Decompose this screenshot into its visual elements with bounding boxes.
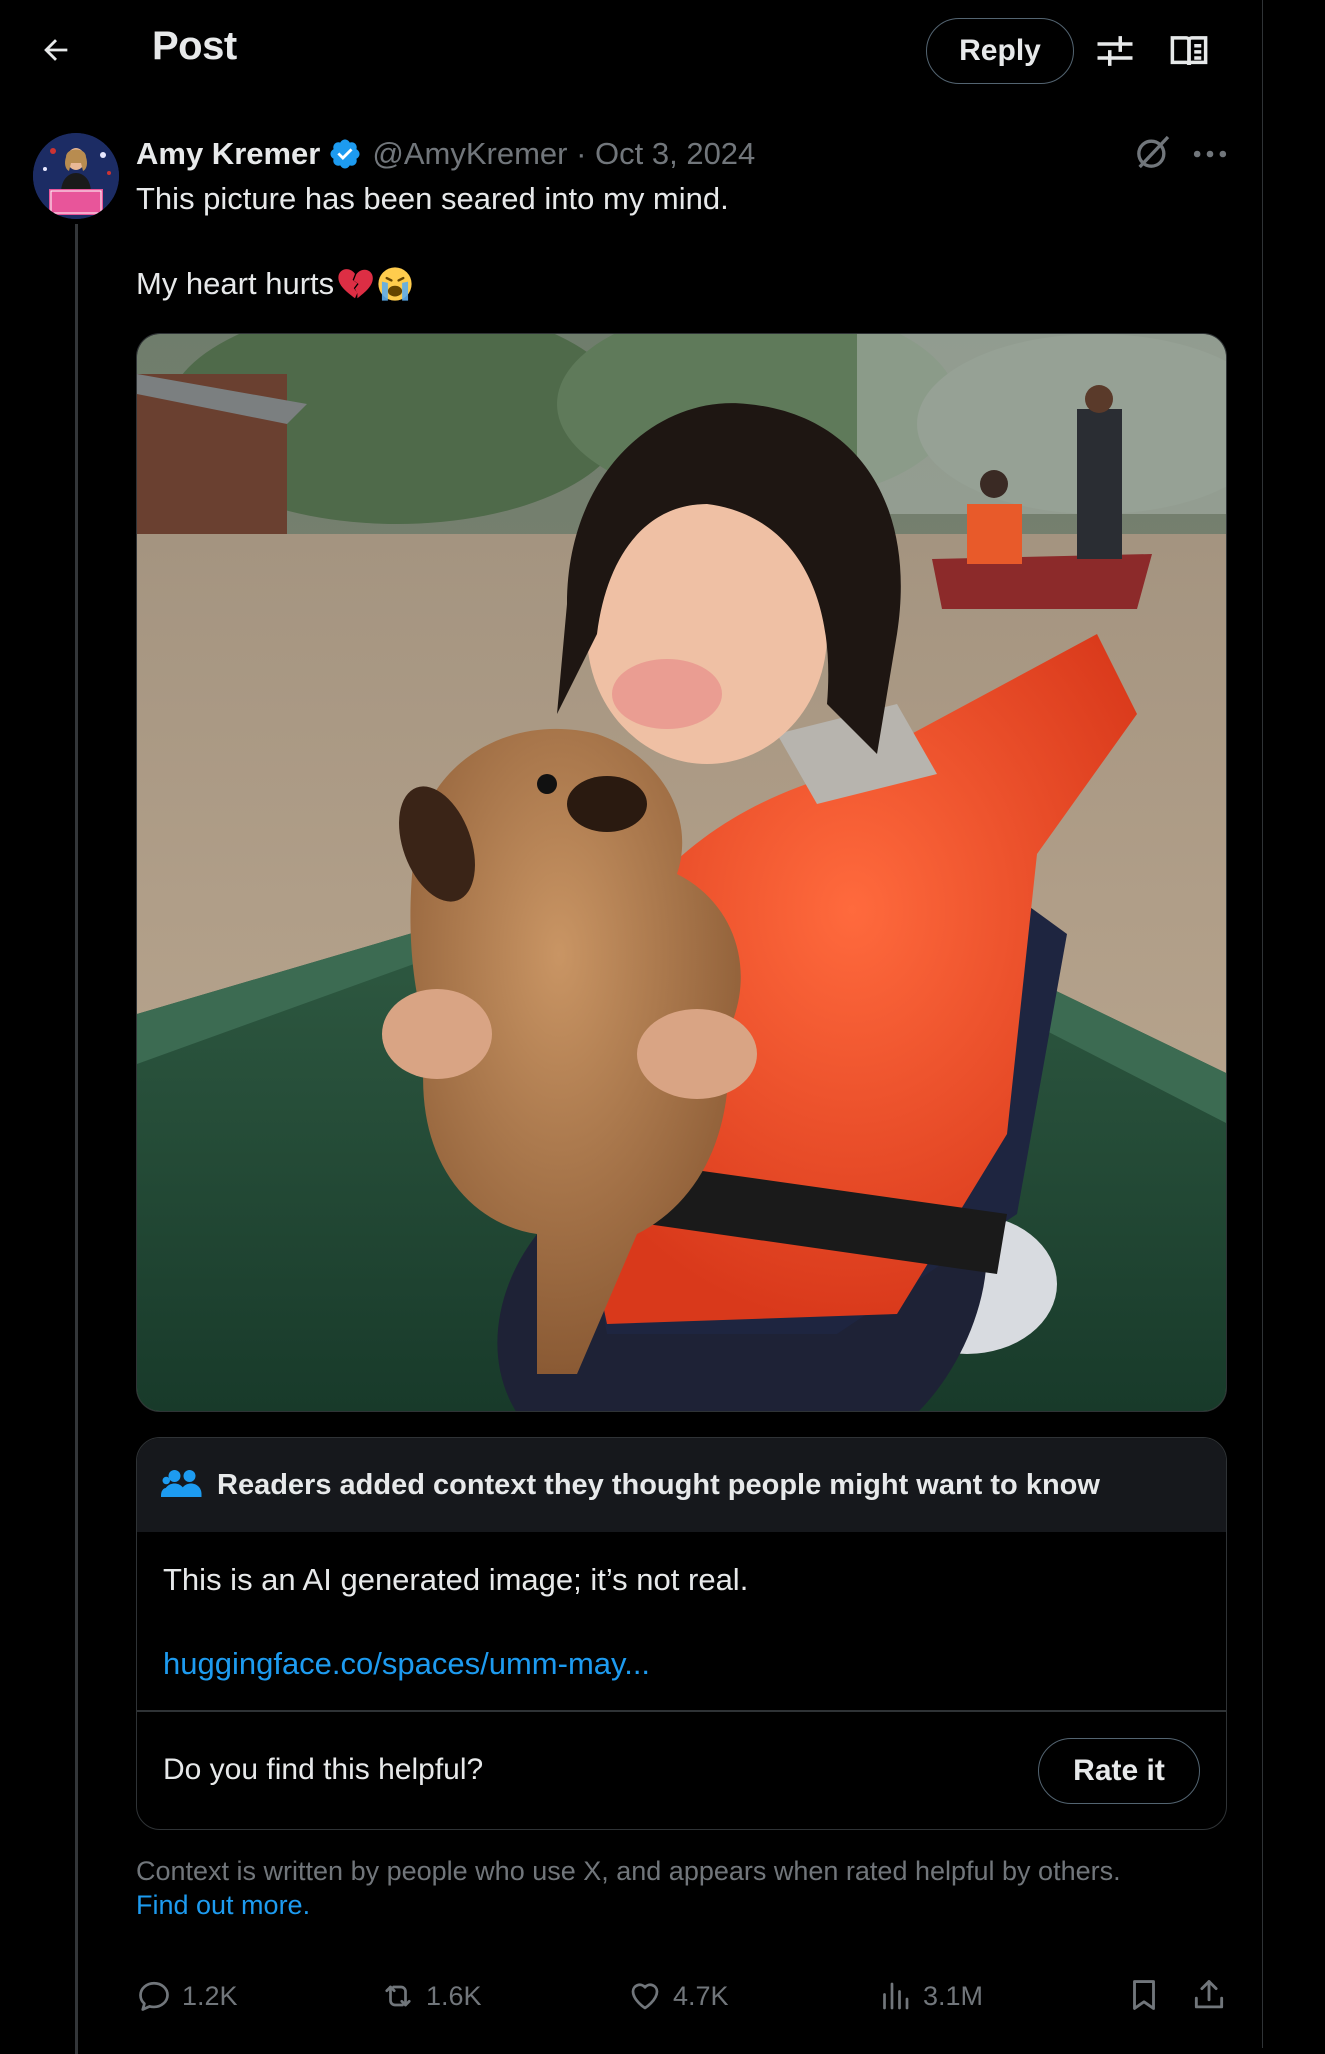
like-action[interactable]: 4.7K <box>627 1976 729 2016</box>
back-arrow-icon[interactable] <box>34 28 78 72</box>
community-note-header: Readers added context they thought peopl… <box>137 1438 1226 1532</box>
divider <box>137 1710 1226 1712</box>
post-text-line2: My heart hurts <box>136 265 414 303</box>
community-note: Readers added context they thought peopl… <box>136 1437 1227 1830</box>
views-action[interactable]: 3.1M <box>877 1976 983 2016</box>
heart-icon <box>631 1983 659 2010</box>
find-out-more-link[interactable]: Find out more. <box>136 1890 310 1920</box>
rate-it-button[interactable]: Rate it <box>1038 1738 1200 1804</box>
loudly-crying-face-emoji-icon <box>378 267 412 301</box>
context-footer: Context is written by people who use X, … <box>136 1854 1236 1922</box>
repost-action[interactable]: 1.6K <box>380 1976 482 2016</box>
post-image[interactable] <box>136 333 1227 1412</box>
reply-icon <box>139 1981 169 2011</box>
verified-badge-icon <box>330 139 360 169</box>
page-header: Post Reply <box>0 0 1262 104</box>
context-footer-text: Context is written by people who use X, … <box>136 1856 1121 1886</box>
grok-icon[interactable] <box>1133 132 1173 172</box>
author-avatar[interactable] <box>33 133 119 219</box>
helpful-question: Do you find this helpful? <box>163 1753 484 1786</box>
more-options-icon[interactable] <box>1188 132 1232 176</box>
community-note-body: This is an AI generated image; it’s not … <box>163 1562 749 1597</box>
post-text-line2-text: My heart hurts <box>136 266 335 301</box>
timeline-column: Post Reply Amy Kremer @AmyKremer · Oct 3… <box>0 0 1263 2054</box>
reply-button[interactable]: Reply <box>926 18 1074 84</box>
community-note-title: Readers added context they thought peopl… <box>217 1468 1100 1501</box>
page-title: Post <box>152 24 237 68</box>
author-handle-date[interactable]: @AmyKremer · Oct 3, 2024 <box>372 136 755 172</box>
sliders-icon[interactable] <box>1094 30 1136 72</box>
author-name[interactable]: Amy Kremer <box>136 136 320 172</box>
post-text: This picture has been seared into my min… <box>136 181 729 216</box>
views-chart-icon <box>883 1982 909 2010</box>
people-icon <box>161 1470 202 1497</box>
community-note-source-link[interactable]: huggingface.co/spaces/umm-may... <box>163 1646 650 1682</box>
reader-mode-icon[interactable] <box>1168 30 1210 72</box>
reply-count: 1.2K <box>182 1980 238 2011</box>
bookmark-icon[interactable] <box>1125 1976 1163 2014</box>
thread-line <box>75 224 78 2054</box>
views-count: 3.1M <box>923 1980 984 2011</box>
repost-count: 1.6K <box>426 1980 482 2011</box>
repost-icon <box>385 1985 411 2007</box>
like-count: 4.7K <box>673 1980 729 2011</box>
post-author-row: Amy Kremer @AmyKremer · Oct 3, 2024 <box>136 132 755 176</box>
broken-heart-emoji-icon <box>338 269 373 299</box>
reply-action[interactable]: 1.2K <box>136 1976 238 2016</box>
share-icon[interactable] <box>1190 1976 1228 2014</box>
